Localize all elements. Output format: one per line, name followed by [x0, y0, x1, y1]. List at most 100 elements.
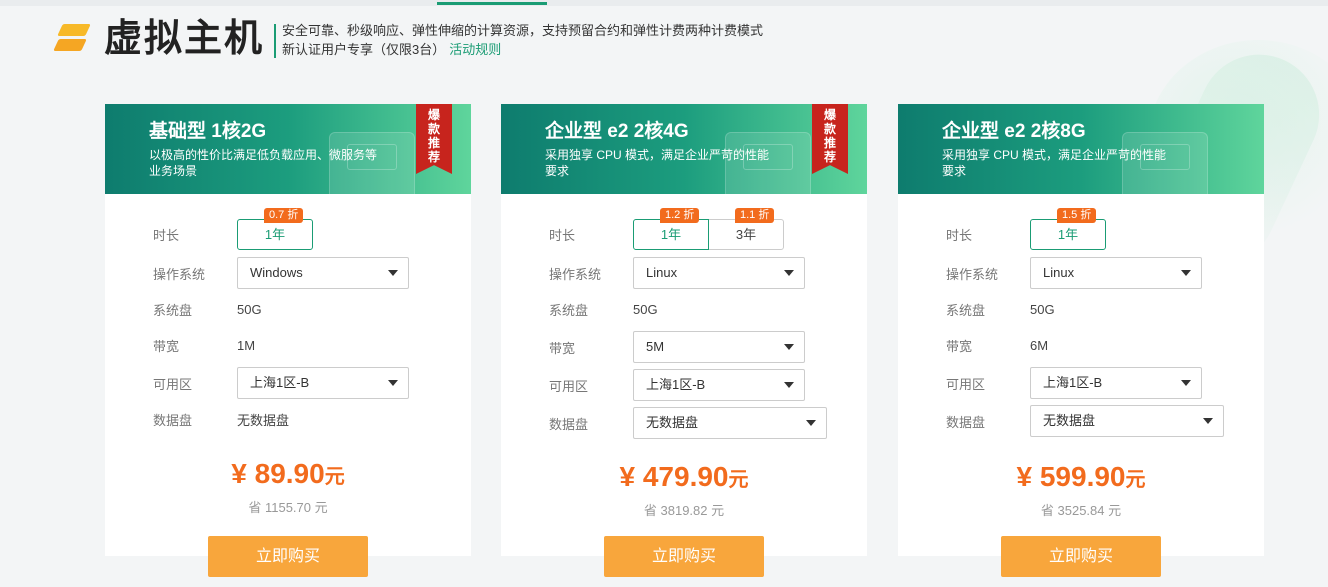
product-card: 企业型 e2 2核4G 采用独享 CPU 模式，满足企业严苛的性能要求 爆款推荐…	[501, 104, 867, 577]
discount-badge: 0.7 折	[264, 208, 304, 223]
discount-badge: 1.2 折	[660, 208, 700, 223]
bandwidth-select[interactable]: 5M	[633, 331, 805, 363]
description-line: 安全可靠、秒级响应、弹性伸缩的计算资源，支持预留合约和弹性计费两种计费模式	[282, 23, 764, 38]
bandwidth-row: 带宽 1M	[153, 336, 255, 355]
bandwidth-label: 带宽	[153, 339, 180, 354]
price: ¥ 89.90元	[231, 458, 345, 489]
duration-selector: 1年 1.5 折	[1030, 208, 1106, 250]
zone-select[interactable]: 上海1区-B	[633, 369, 805, 401]
chevron-down-icon	[388, 380, 398, 386]
system-disk-row: 系统盘 50G	[549, 300, 658, 319]
section-header: 虚拟主机 安全可靠、秒级响应、弹性伸缩的计算资源，支持预留合约和弹性计费两种计费…	[53, 14, 763, 64]
discount-badge: 1.5 折	[1057, 208, 1097, 223]
chevron-down-icon	[388, 270, 398, 276]
chevron-down-icon	[1203, 418, 1213, 424]
page-title: 虚拟主机	[104, 18, 265, 60]
product-card: 企业型 e2 2核8G 采用独享 CPU 模式，满足企业严苛的性能要求 时长 1…	[898, 104, 1264, 577]
buy-button[interactable]: 立即购买	[604, 536, 764, 577]
card-description: 采用独享 CPU 模式，满足企业严苛的性能要求	[545, 148, 770, 178]
card-title: 企业型 e2 2核8G	[942, 121, 1086, 142]
card-description: 采用独享 CPU 模式，满足企业严苛的性能要求	[942, 148, 1167, 178]
rules-link[interactable]: 活动规则	[449, 42, 501, 57]
data-disk-label: 数据盘	[946, 414, 986, 430]
product-card: 基础型 1核2G 以极高的性价比满足低负载应用、微服务等业务场景 爆款推荐 时长…	[105, 104, 471, 577]
zone-row: 可用区 上海1区-B	[153, 367, 409, 399]
data-disk-row: 数据盘 无数据盘	[549, 407, 827, 439]
bandwidth-label: 带宽	[549, 340, 576, 356]
os-row: 操作系统 Linux	[946, 257, 1202, 289]
savings-text: 省 3525.84 元	[1040, 503, 1122, 518]
os-select[interactable]: Linux	[1030, 257, 1202, 289]
zone-row: 可用区 上海1区-B	[946, 367, 1202, 399]
duration-label: 时长	[153, 228, 180, 243]
buy-button[interactable]: 立即购买	[208, 536, 368, 577]
promo-line: 新认证用户专享（仅限3台） 活动规则	[282, 40, 763, 59]
duration-row: 时长 1年 0.7 折	[153, 208, 313, 250]
chevron-down-icon	[1181, 380, 1191, 386]
duration-row: 时长 1年 1.2 折 3年 1.1 折	[549, 208, 784, 250]
duration-option[interactable]: 1年 1.5 折	[1030, 208, 1106, 250]
savings-text: 省 3819.82 元	[643, 503, 725, 518]
os-label: 操作系统	[946, 266, 999, 282]
os-row: 操作系统 Linux	[549, 257, 805, 289]
duration-row: 时长 1年 1.5 折	[946, 208, 1106, 250]
bandwidth-value: 6M	[1030, 338, 1049, 353]
chevron-down-icon	[806, 420, 816, 426]
os-row: 操作系统 Windows	[153, 257, 409, 289]
active-tab-indicator	[437, 2, 547, 5]
zone-label: 可用区	[153, 376, 193, 392]
buy-button[interactable]: 立即购买	[1001, 536, 1161, 577]
chevron-down-icon	[784, 344, 794, 350]
system-disk-label: 系统盘	[549, 303, 589, 318]
duration-selector: 1年 1.2 折 3年 1.1 折	[633, 208, 784, 250]
hot-ribbon: 爆款推荐	[416, 104, 452, 174]
os-label: 操作系统	[549, 266, 602, 282]
hot-ribbon: 爆款推荐	[812, 104, 848, 174]
zone-select[interactable]: 上海1区-B	[237, 367, 409, 399]
price: ¥ 599.90元	[1016, 461, 1146, 492]
savings-text: 省 1155.70 元	[248, 500, 328, 515]
bandwidth-value: 1M	[237, 338, 256, 353]
card-header: 企业型 e2 2核8G 采用独享 CPU 模式，满足企业严苛的性能要求	[898, 104, 1264, 194]
price: ¥ 479.90元	[619, 461, 749, 492]
data-disk-label: 数据盘	[549, 416, 589, 432]
system-disk-label: 系统盘	[946, 303, 986, 318]
zone-row: 可用区 上海1区-B	[549, 369, 805, 401]
duration-option[interactable]: 1年 0.7 折	[237, 208, 313, 250]
layers-icon	[53, 24, 92, 56]
data-disk-row: 数据盘 无数据盘	[153, 410, 289, 429]
card-description: 以极高的性价比满足低负载应用、微服务等业务场景	[149, 148, 378, 178]
bandwidth-row: 带宽 5M	[549, 331, 805, 363]
os-select[interactable]: Linux	[633, 257, 805, 289]
zone-label: 可用区	[946, 376, 986, 392]
top-tab-bar	[0, 0, 1328, 6]
duration-selector: 1年 0.7 折	[237, 208, 313, 250]
duration-label: 时长	[549, 228, 576, 243]
system-disk-row: 系统盘 50G	[946, 300, 1055, 319]
zone-select[interactable]: 上海1区-B	[1030, 367, 1202, 399]
divider	[274, 24, 277, 58]
system-disk-label: 系统盘	[153, 303, 193, 318]
card-header: 企业型 e2 2核4G 采用独享 CPU 模式，满足企业严苛的性能要求 爆款推荐	[501, 104, 867, 194]
system-disk-value: 50G	[1030, 302, 1055, 317]
system-disk-value: 50G	[633, 302, 658, 317]
duration-label: 时长	[946, 228, 973, 243]
system-disk-value: 50G	[237, 302, 262, 317]
os-select[interactable]: Windows	[237, 257, 409, 289]
duration-option[interactable]: 3年 1.1 折	[708, 208, 784, 250]
data-disk-select[interactable]: 无数据盘	[1030, 405, 1224, 437]
data-disk-row: 数据盘 无数据盘	[946, 405, 1224, 437]
chevron-down-icon	[784, 382, 794, 388]
section-description: 安全可靠、秒级响应、弹性伸缩的计算资源，支持预留合约和弹性计费两种计费模式 新认…	[282, 21, 763, 59]
discount-badge: 1.1 折	[735, 208, 775, 223]
os-label: 操作系统	[153, 266, 206, 282]
promo-text: 新认证用户专享（仅限3台）	[282, 42, 446, 57]
bandwidth-row: 带宽 6M	[946, 336, 1048, 355]
duration-option[interactable]: 1年 1.2 折	[633, 208, 709, 250]
data-disk-label: 数据盘	[153, 413, 193, 428]
data-disk-value: 无数据盘	[237, 413, 290, 428]
chevron-down-icon	[784, 270, 794, 276]
chevron-down-icon	[1181, 270, 1191, 276]
data-disk-select[interactable]: 无数据盘	[633, 407, 827, 439]
card-header: 基础型 1核2G 以极高的性价比满足低负载应用、微服务等业务场景 爆款推荐	[105, 104, 471, 194]
